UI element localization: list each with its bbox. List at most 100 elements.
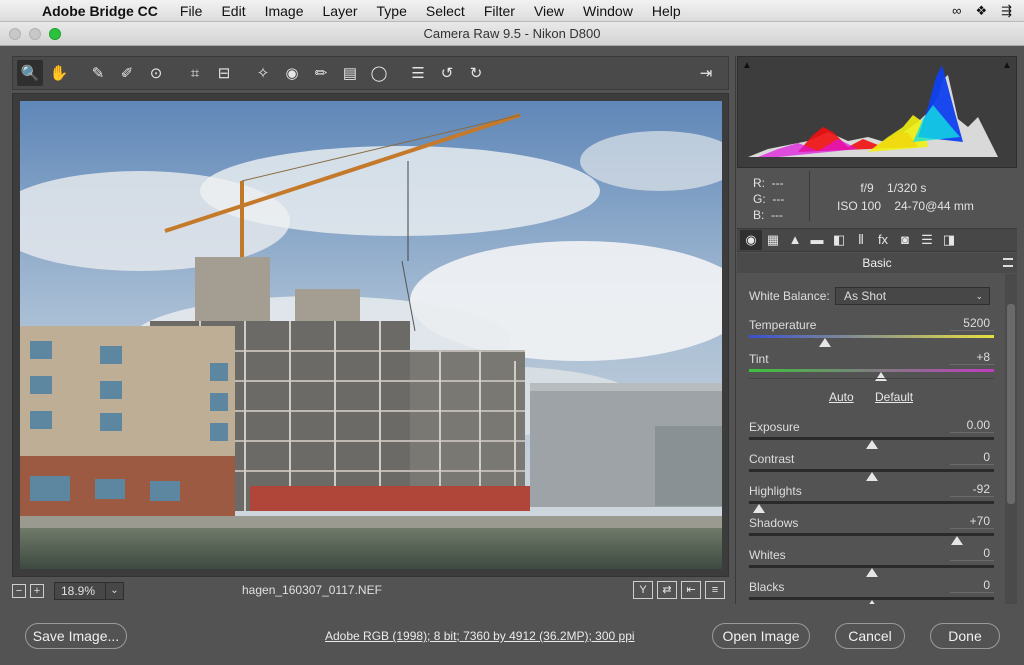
- presets-tab-icon[interactable]: ☰: [916, 230, 938, 250]
- preferences-icon[interactable]: ☰: [405, 60, 431, 86]
- lens-corrections-tab-icon[interactable]: ⫴: [850, 230, 872, 250]
- targeted-adjustment-tool-icon[interactable]: ⊙: [143, 60, 169, 86]
- snapshots-tab-icon[interactable]: ◨: [938, 230, 960, 250]
- basic-tab-icon[interactable]: ◉: [740, 230, 762, 250]
- white-balance-select[interactable]: As Shot ⌄: [835, 287, 990, 305]
- creative-cloud-icon[interactable]: ∞: [952, 3, 961, 19]
- highlights-slider-track[interactable]: [749, 501, 994, 504]
- tint-value-field[interactable]: +8: [950, 350, 994, 365]
- shadow-clipping-warning-icon[interactable]: ▲: [742, 60, 754, 71]
- menu-view[interactable]: View: [534, 3, 564, 19]
- done-button[interactable]: Done: [930, 623, 1000, 649]
- temperature-slider-thumb[interactable]: [818, 338, 831, 347]
- auto-link[interactable]: Auto: [829, 390, 854, 404]
- exposure-slider[interactable]: Exposure 0.00: [749, 418, 994, 450]
- adjustment-brush-icon[interactable]: ✏: [308, 60, 334, 86]
- exposure-slider-thumb[interactable]: [865, 440, 878, 449]
- zoom-in-button[interactable]: +: [30, 584, 44, 598]
- chevron-down-icon: ⌄: [105, 583, 123, 599]
- toggle-preview-settings-button[interactable]: ≡: [705, 581, 725, 599]
- crop-tool-icon[interactable]: ⌗: [182, 60, 208, 86]
- radial-filter-icon[interactable]: ◯: [366, 60, 392, 86]
- g-value: ---: [772, 192, 785, 206]
- cancel-button[interactable]: Cancel: [835, 623, 905, 649]
- r-label: R:: [753, 176, 765, 190]
- zoom-level-value: 18.9%: [61, 584, 96, 598]
- highlights-value-field[interactable]: -92: [950, 482, 994, 497]
- hand-tool-icon[interactable]: ✋: [46, 60, 72, 86]
- file-name: hagen_160307_0117.NEF: [242, 583, 382, 597]
- white-balance-tool-icon[interactable]: ✎: [85, 60, 111, 86]
- zoom-window-button[interactable]: [49, 28, 61, 40]
- temperature-slider-track[interactable]: [749, 335, 994, 338]
- detail-tab-icon[interactable]: ▲: [784, 230, 806, 250]
- white-balance-label: White Balance:: [749, 289, 830, 303]
- open-image-button[interactable]: Open Image: [712, 623, 810, 649]
- shadows-value-field[interactable]: +70: [950, 514, 994, 529]
- tint-slider-track[interactable]: [749, 369, 994, 372]
- menu-image[interactable]: Image: [265, 3, 304, 19]
- highlight-clipping-warning-icon[interactable]: ▲: [1002, 60, 1014, 71]
- blacks-slider[interactable]: Blacks 0: [749, 578, 994, 604]
- basic-panel: White Balance: As Shot ⌄ Temperature 5200…: [737, 274, 1005, 604]
- minimize-window-button[interactable]: [29, 28, 41, 40]
- split-toning-tab-icon[interactable]: ◧: [828, 230, 850, 250]
- menu-edit[interactable]: Edit: [221, 3, 245, 19]
- swap-settings-button[interactable]: ⇄: [657, 581, 677, 599]
- shadows-slider-thumb[interactable]: [951, 536, 964, 545]
- exposure-value-field[interactable]: 0.00: [950, 418, 994, 433]
- tint-slider-thumb[interactable]: [875, 372, 888, 381]
- contrast-slider[interactable]: Contrast 0: [749, 450, 994, 482]
- menu-select[interactable]: Select: [426, 3, 465, 19]
- default-link[interactable]: Default: [875, 390, 913, 404]
- aperture-value: f/9: [860, 181, 874, 195]
- temperature-value-field[interactable]: 5200: [950, 316, 994, 331]
- highlights-slider-thumb[interactable]: [752, 504, 765, 513]
- r-value: ---: [771, 176, 784, 190]
- rotate-left-icon[interactable]: ↺: [434, 60, 460, 86]
- panel-menu-icon[interactable]: [1003, 258, 1013, 267]
- save-image-button[interactable]: Save Image...: [25, 623, 127, 649]
- red-eye-tool-icon[interactable]: ◉: [279, 60, 305, 86]
- panel-scrollbar[interactable]: [1005, 274, 1017, 604]
- workflow-options-link[interactable]: Adobe RGB (1998); 8 bit; 7360 by 4912 (3…: [325, 629, 645, 643]
- whites-value-field[interactable]: 0: [950, 546, 994, 561]
- zoom-tool-icon[interactable]: 🔍: [17, 60, 43, 86]
- close-window-button[interactable]: [9, 28, 21, 40]
- whites-slider[interactable]: Whites 0: [749, 546, 994, 578]
- hsl-tab-icon[interactable]: ▬: [806, 230, 828, 250]
- contrast-slider-thumb[interactable]: [865, 472, 878, 481]
- before-after-toggle-button[interactable]: Y: [633, 581, 653, 599]
- color-sampler-tool-icon[interactable]: ✐: [114, 60, 140, 86]
- blacks-value-field[interactable]: 0: [950, 578, 994, 593]
- open-in-photoshop-icon[interactable]: ⇥: [693, 60, 719, 86]
- zoom-out-button[interactable]: −: [12, 584, 26, 598]
- menu-file[interactable]: File: [180, 3, 203, 19]
- tone-curve-tab-icon[interactable]: ▦: [762, 230, 784, 250]
- straighten-tool-icon[interactable]: ⊟: [211, 60, 237, 86]
- menu-filter[interactable]: Filter: [484, 3, 515, 19]
- menu-app-name[interactable]: Adobe Bridge CC: [42, 3, 158, 19]
- preview-image[interactable]: [20, 101, 722, 569]
- shadows-slider[interactable]: Shadows +70: [749, 514, 994, 546]
- dropbox-icon[interactable]: ❖: [975, 3, 987, 19]
- menu-type[interactable]: Type: [377, 3, 407, 19]
- spot-removal-tool-icon[interactable]: ✧: [250, 60, 276, 86]
- rotate-right-icon[interactable]: ↻: [463, 60, 489, 86]
- blacks-slider-thumb[interactable]: [865, 600, 878, 604]
- menu-layer[interactable]: Layer: [323, 3, 358, 19]
- arrows-icon[interactable]: ⇶: [1001, 3, 1012, 19]
- copy-settings-button[interactable]: ⇤: [681, 581, 701, 599]
- highlights-slider[interactable]: Highlights -92: [749, 482, 994, 514]
- graduated-filter-icon[interactable]: ▤: [337, 60, 363, 86]
- tint-label: Tint: [749, 352, 769, 366]
- zoom-level-select[interactable]: 18.9% ⌄: [54, 582, 124, 600]
- effects-tab-icon[interactable]: fx: [872, 230, 894, 250]
- temperature-slider[interactable]: Temperature 5200: [749, 316, 994, 348]
- contrast-label: Contrast: [749, 452, 795, 466]
- camera-calibration-tab-icon[interactable]: ◙: [894, 230, 916, 250]
- menu-window[interactable]: Window: [583, 3, 633, 19]
- menu-help[interactable]: Help: [652, 3, 681, 19]
- whites-slider-thumb[interactable]: [865, 568, 878, 577]
- contrast-value-field[interactable]: 0: [950, 450, 994, 465]
